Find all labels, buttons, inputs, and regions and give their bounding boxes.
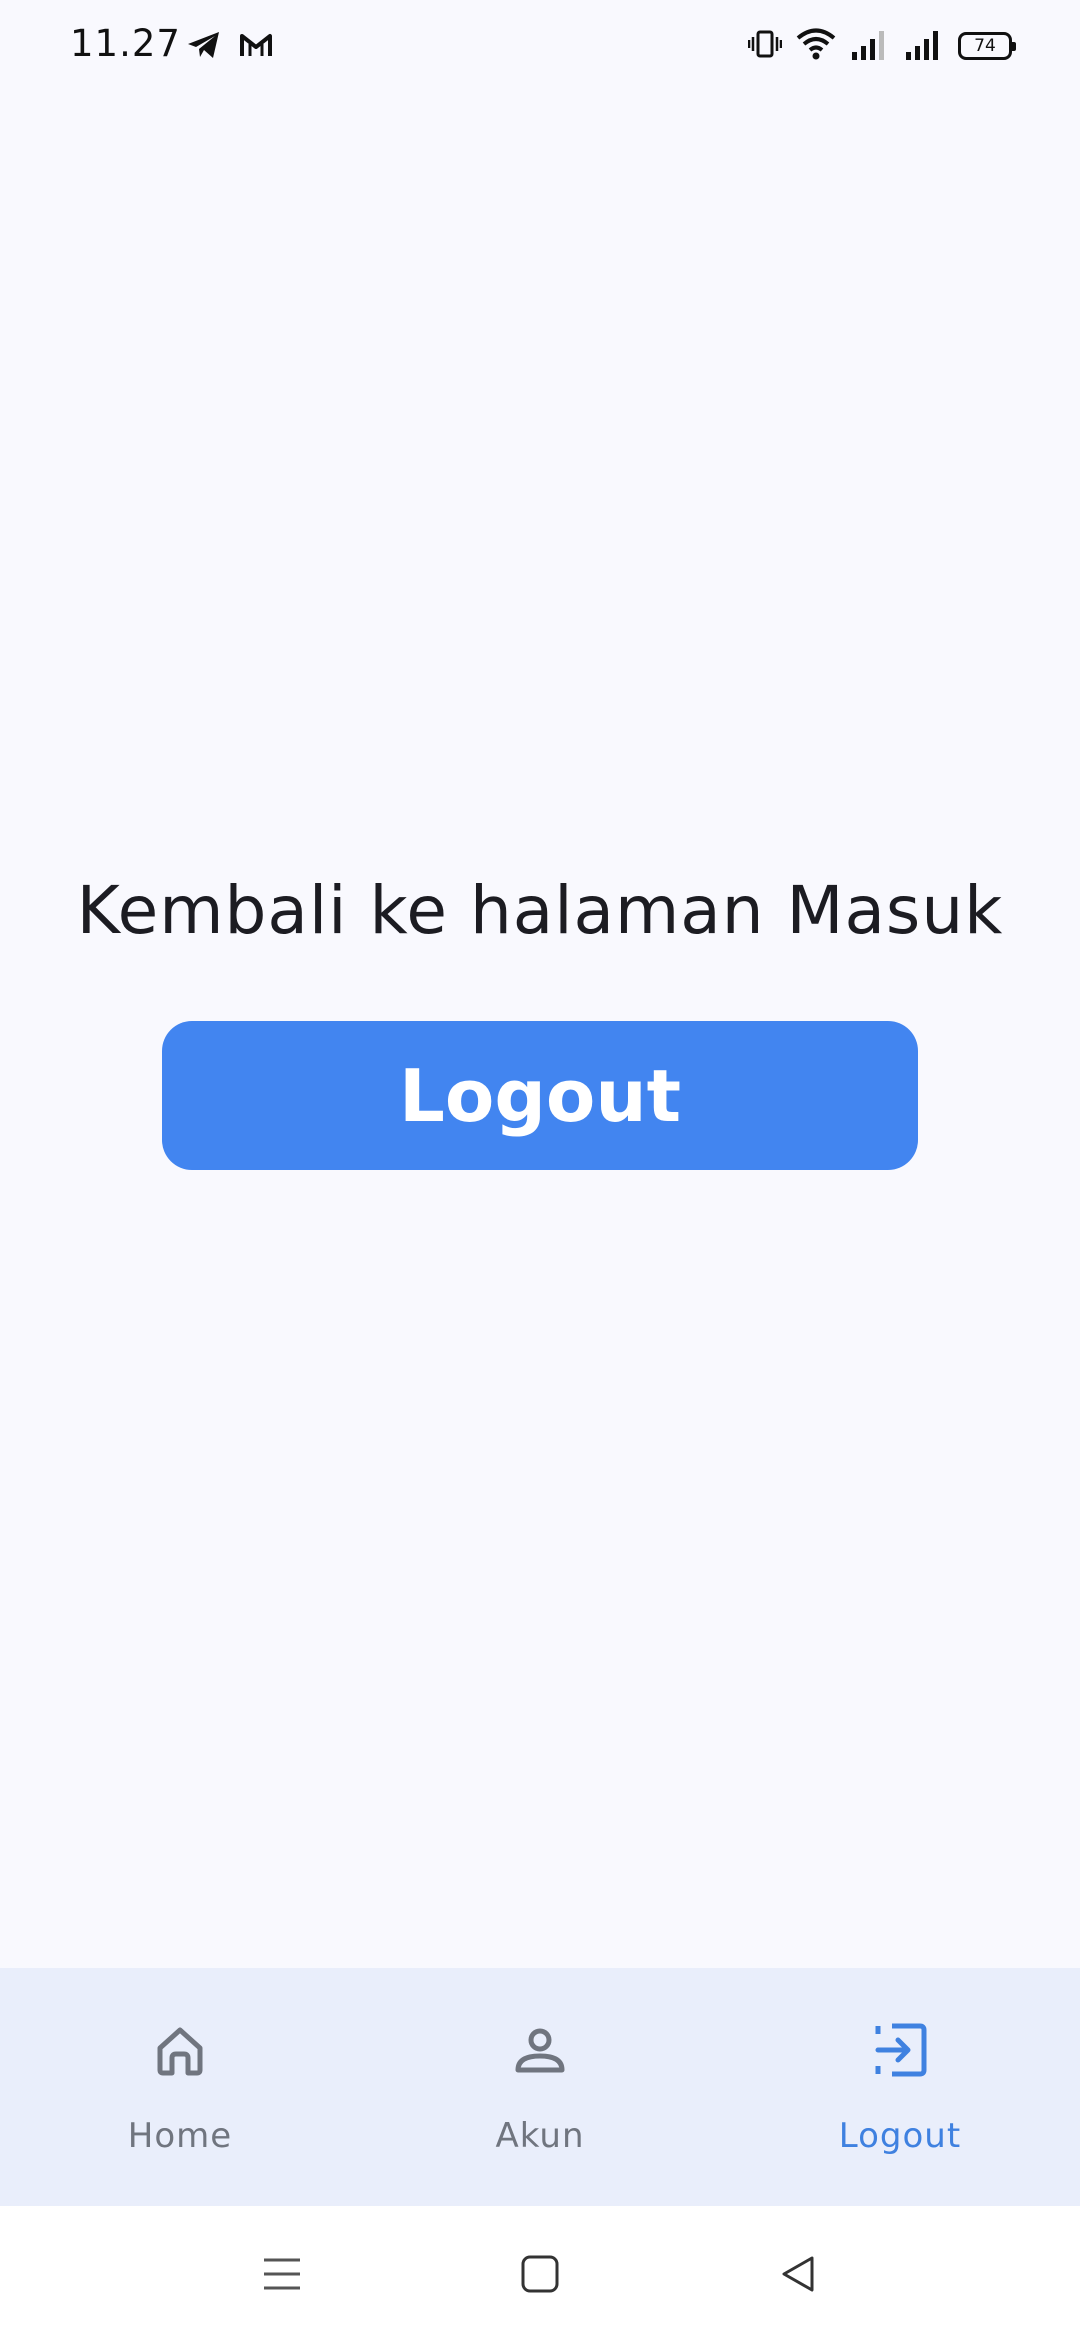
logout-icon (870, 2020, 930, 2080)
system-navigation-bar (0, 2206, 1080, 2340)
home-square-icon[interactable] (510, 2246, 570, 2302)
gmail-icon (238, 31, 274, 63)
nav-item-akun[interactable]: Akun (360, 1968, 720, 2206)
logout-screen: 11.27 74 Kembali ke halaman Masuk Logout… (0, 0, 1080, 2340)
return-to-login-message: Kembali ke halaman Masuk (76, 872, 1004, 949)
signal-icon (904, 28, 944, 64)
person-icon (510, 2020, 570, 2080)
wifi-icon (796, 28, 836, 64)
home-icon (150, 2020, 210, 2080)
nav-label-home: Home (127, 2116, 233, 2156)
nav-item-home[interactable]: Home (0, 1968, 360, 2206)
nav-label-akun: Akun (495, 2116, 585, 2156)
bottom-navigation: Home Akun Logout (0, 1968, 1080, 2206)
telegram-icon (186, 30, 222, 64)
nav-label-logout: Logout (838, 2116, 962, 2156)
status-bar: 11.27 74 (0, 0, 1080, 96)
status-right-icons: 74 (747, 28, 1016, 64)
status-left-icons (186, 30, 274, 64)
menu-icon[interactable] (252, 2246, 312, 2302)
signal-icon (850, 28, 890, 64)
logout-button[interactable]: Logout (162, 1021, 918, 1170)
battery-icon: 74 (958, 32, 1016, 60)
status-time: 11.27 (70, 22, 181, 65)
vibrate-icon (747, 29, 783, 63)
nav-item-logout[interactable]: Logout (720, 1968, 1080, 2206)
back-triangle-icon[interactable] (768, 2246, 828, 2302)
